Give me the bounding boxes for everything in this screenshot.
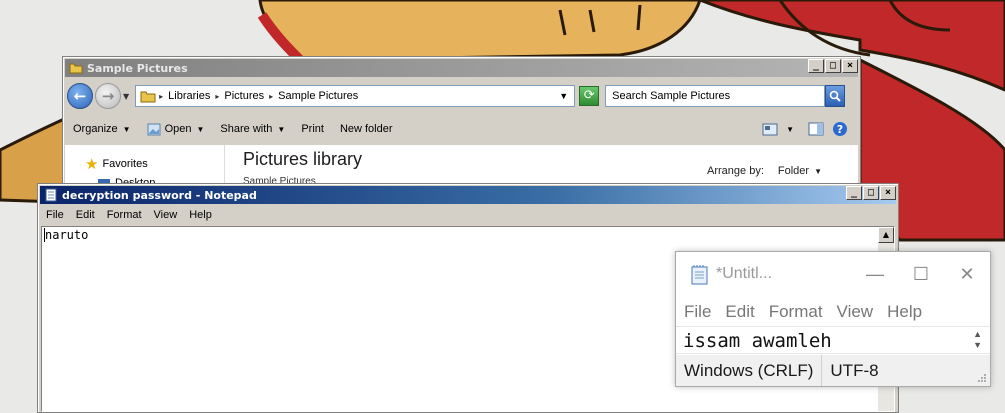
share-with-label: Share with — [220, 123, 273, 135]
breadcrumb-separator-icon[interactable]: ▸ — [266, 92, 276, 101]
breadcrumb-sample-pictures[interactable]: Sample Pictures — [276, 90, 360, 102]
maximize-button[interactable]: ☐ — [898, 252, 944, 296]
menu-help[interactable]: Help — [183, 209, 218, 221]
chevron-down-icon: ▼ — [122, 124, 131, 134]
refresh-icon[interactable]: ⟳ — [579, 86, 600, 106]
notepad-menubar: File Edit Format View Help — [40, 206, 896, 224]
menu-help[interactable]: Help — [879, 302, 928, 324]
maximize-button[interactable]: □ — [825, 59, 841, 73]
minimize-button[interactable]: _ — [846, 186, 862, 200]
forward-arrow-icon[interactable]: → — [95, 83, 121, 109]
chevron-down-icon: ▼ — [814, 167, 822, 176]
library-title: Pictures library — [243, 149, 363, 169]
notepad10-content[interactable]: issam awamleh — [683, 330, 832, 352]
chevron-down-icon: ▼ — [196, 124, 205, 134]
menu-file[interactable]: File — [676, 302, 717, 324]
menu-view[interactable]: View — [148, 209, 184, 221]
new-folder-label: New folder — [339, 123, 393, 135]
minimize-button[interactable]: _ — [808, 59, 824, 73]
change-view-icon[interactable] — [762, 123, 778, 136]
explorer-caption-buttons: _ □ × — [807, 59, 858, 73]
close-button[interactable]: × — [880, 186, 896, 200]
notepad-caption-buttons: _ □ × — [845, 186, 896, 200]
svg-text:?: ? — [837, 123, 843, 136]
notepad-icon — [691, 265, 708, 285]
scroll-arrows-icon[interactable]: ▲ ▼ — [973, 329, 982, 351]
folder-icon — [140, 91, 156, 103]
menu-format[interactable]: Format — [761, 302, 829, 324]
help-icon[interactable]: ? — [832, 121, 848, 137]
close-button[interactable]: ✕ — [944, 252, 990, 296]
folder-icon — [69, 63, 83, 74]
preview-pane-icon[interactable] — [808, 122, 824, 136]
notepad10-title: *Untitl... — [716, 265, 773, 282]
explorer-title: Sample Pictures — [87, 61, 188, 75]
menu-edit[interactable]: Edit — [717, 302, 760, 324]
address-dropdown-icon[interactable]: ▼ — [559, 91, 574, 101]
breadcrumb-separator-icon[interactable]: ▸ — [212, 92, 222, 101]
image-icon — [147, 123, 161, 135]
notepad-icon — [45, 188, 57, 202]
search-icon[interactable] — [825, 85, 846, 107]
arrange-by: Arrange by: Folder ▼ — [707, 165, 822, 177]
organize-label: Organize — [73, 123, 118, 135]
search-input[interactable]: Search Sample Pictures — [605, 85, 826, 107]
share-with-button[interactable]: Share with ▼ — [212, 123, 293, 135]
notepad-title: decryption password - Notepad — [62, 188, 257, 202]
print-button[interactable]: Print — [293, 123, 332, 135]
maximize-button[interactable]: □ — [863, 186, 879, 200]
arrange-by-value: Folder — [777, 165, 810, 177]
arrange-by-dropdown[interactable]: Folder ▼ — [778, 165, 822, 177]
menu-file[interactable]: File — [40, 209, 70, 221]
notepad10-caption-buttons: — ☐ ✕ — [852, 252, 990, 296]
back-arrow-icon[interactable]: ← — [67, 83, 93, 109]
status-encoding: UTF-8 — [821, 355, 886, 386]
notepad10-text-area[interactable]: issam awamleh ▲ ▼ — [676, 326, 990, 354]
chevron-down-icon[interactable]: ▼ — [786, 125, 794, 134]
explorer-window: Sample Pictures _ □ × ← → ▼ ▸ Libraries … — [62, 56, 861, 196]
breadcrumb[interactable]: ▸ Libraries ▸ Pictures ▸ Sample Pictures… — [135, 85, 576, 107]
status-line-ending: Windows (CRLF) — [684, 360, 814, 380]
explorer-titlebar[interactable]: Sample Pictures — [65, 59, 858, 77]
menu-view[interactable]: View — [829, 302, 880, 324]
menu-edit[interactable]: Edit — [70, 209, 101, 221]
new-folder-button[interactable]: New folder — [332, 123, 401, 135]
scroll-up-icon[interactable]: ▲ — [878, 227, 894, 243]
notepad-titlebar[interactable]: decryption password - Notepad — [40, 186, 896, 204]
recent-pages-chevron-icon[interactable]: ▼ — [123, 92, 129, 101]
breadcrumb-libraries[interactable]: Libraries — [166, 90, 212, 102]
resize-grip-icon[interactable] — [977, 373, 987, 383]
favorites-item[interactable]: ★ Favorites — [85, 155, 148, 173]
address-bar: ← → ▼ ▸ Libraries ▸ Pictures ▸ Sample Pi… — [67, 81, 856, 111]
notepad10-titlebar[interactable]: *Untitl... — ☐ ✕ — [676, 252, 990, 296]
star-icon: ★ — [85, 156, 99, 173]
breadcrumb-pictures[interactable]: Pictures — [222, 90, 266, 102]
notepad10-window: *Untitl... — ☐ ✕ File Edit Format View H… — [675, 251, 991, 387]
print-label: Print — [301, 123, 324, 135]
open-button[interactable]: Open ▼ — [139, 123, 213, 136]
menu-format[interactable]: Format — [101, 209, 148, 221]
favorites-label: Favorites — [102, 158, 148, 170]
notepad-content[interactable]: naruto — [44, 228, 88, 242]
command-bar: Organize ▼ Open ▼ Share with ▼ Print New fo… — [65, 115, 858, 143]
chevron-down-icon: ▼ — [277, 124, 286, 134]
organize-button[interactable]: Organize ▼ — [65, 123, 139, 135]
view-controls: ▼ ? — [762, 121, 858, 137]
open-label: Open — [164, 123, 192, 135]
close-button[interactable]: × — [842, 59, 858, 73]
arrange-by-label: Arrange by: — [707, 165, 764, 177]
notepad10-menubar: File Edit Format View Help — [676, 302, 990, 324]
minimize-button[interactable]: — — [852, 252, 898, 296]
notepad10-statusbar: Windows (CRLF) UTF-8 — [676, 355, 990, 386]
breadcrumb-separator-icon[interactable]: ▸ — [156, 92, 166, 101]
